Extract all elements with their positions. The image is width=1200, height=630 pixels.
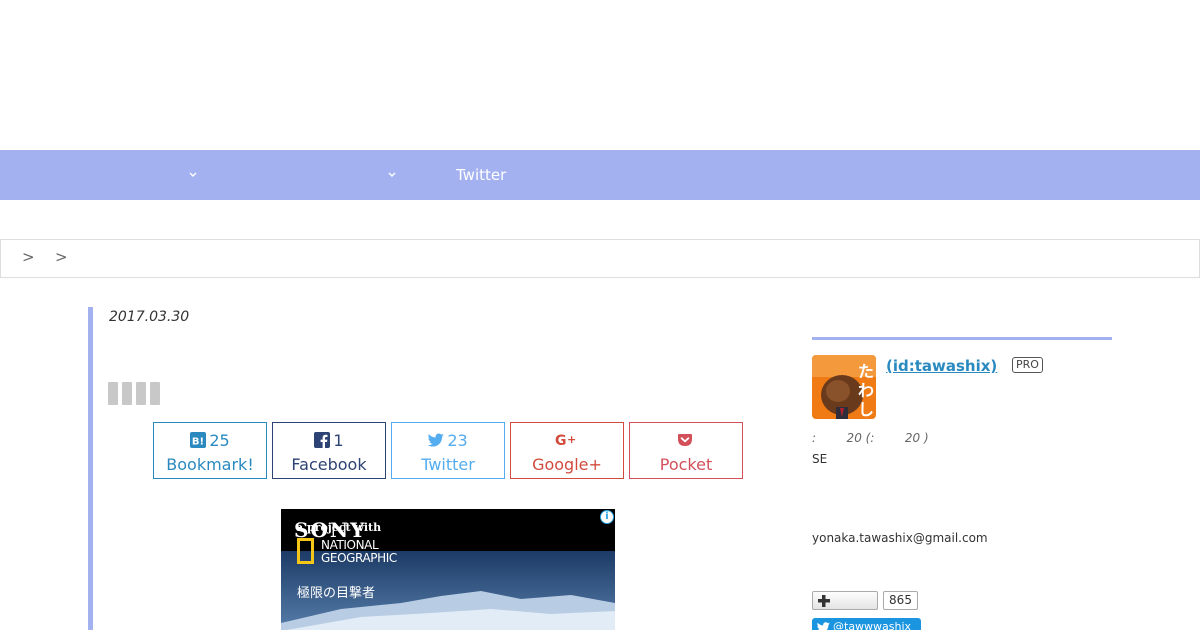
category-tag[interactable] (150, 382, 160, 405)
hatena-bookmark-icon: B! (190, 432, 207, 448)
twitter-bird-icon (817, 622, 830, 630)
article-date: 2017.03.30 (109, 309, 190, 325)
nav-item-twitter[interactable]: Twitter (456, 150, 506, 200)
ad-info-icon[interactable]: i (600, 510, 614, 524)
facebook-icon (314, 432, 331, 448)
twitter-share-button[interactable]: 23 Twitter (391, 422, 505, 479)
google-plus-icon: G + (555, 433, 576, 448)
ad-tagline: a project with (296, 521, 382, 534)
google-plus-label: Google+ (532, 455, 602, 474)
facebook-label: Facebook (291, 455, 367, 474)
twitter-follow-button[interactable]: @tawwwashix (812, 618, 921, 630)
twitter-count: 23 (447, 431, 468, 450)
profile-name-link[interactable]: (id:tawashix) (886, 357, 997, 375)
profile-bio: SE (812, 452, 828, 466)
avatar-image: た わ し (812, 355, 876, 419)
twitter-label: Twitter (421, 455, 475, 474)
profile-email: yonaka.tawashix@gmail.com (812, 531, 988, 545)
chevron-down-icon[interactable] (188, 167, 198, 183)
svg-text:た: た (858, 362, 874, 381)
hatena-bookmark-label: Bookmark! (166, 455, 254, 474)
category-tag[interactable] (108, 382, 118, 405)
twitter-handle: @tawwwashix (833, 620, 912, 630)
article-accent-bar (88, 307, 93, 630)
global-nav: Twitter (0, 150, 1200, 200)
category-tag[interactable] (136, 382, 146, 405)
breadcrumb-separator: > (22, 248, 35, 266)
pro-badge: PRO (1012, 357, 1043, 373)
pocket-share-button[interactable]: Pocket (629, 422, 743, 479)
pocket-label: Pocket (659, 455, 713, 474)
profile-stats: : 20 (: 20 ) (812, 431, 929, 445)
svg-text:+: + (567, 433, 576, 446)
sony-advertisement[interactable]: SONY i a project with NATIONAL GEOGRAPHI… (281, 509, 615, 630)
facebook-count: 1 (333, 431, 344, 450)
svg-text:し: し (858, 400, 874, 419)
follower-count: 865 (883, 591, 918, 610)
pocket-icon (677, 434, 692, 446)
follow-button[interactable] (812, 591, 878, 610)
chevron-down-icon[interactable] (387, 167, 397, 183)
twitter-bird-icon (428, 433, 445, 447)
ad-caption: 極限の目撃者 (297, 586, 376, 601)
google-plus-share-button[interactable]: G + Google+ (510, 422, 624, 479)
hatena-bookmark-button[interactable]: B! 25 Bookmark! (153, 422, 267, 479)
svg-text:G: G (555, 433, 567, 448)
plus-icon (818, 595, 830, 607)
svg-text:B!: B! (192, 437, 204, 448)
national-geographic-logo (297, 538, 314, 564)
breadcrumb-separator: > (55, 248, 68, 266)
breadcrumb: ​ > ​ > (0, 239, 1200, 278)
facebook-share-button[interactable]: 1 Facebook (272, 422, 386, 479)
ad-partner: NATIONAL GEOGRAPHIC (321, 538, 397, 565)
avatar[interactable]: た わ し (812, 355, 876, 419)
svg-text:わ: わ (858, 381, 874, 400)
sidebar-accent-bar (812, 337, 1112, 340)
category-tag[interactable] (122, 382, 132, 405)
hatena-bookmark-count: 25 (209, 431, 230, 450)
